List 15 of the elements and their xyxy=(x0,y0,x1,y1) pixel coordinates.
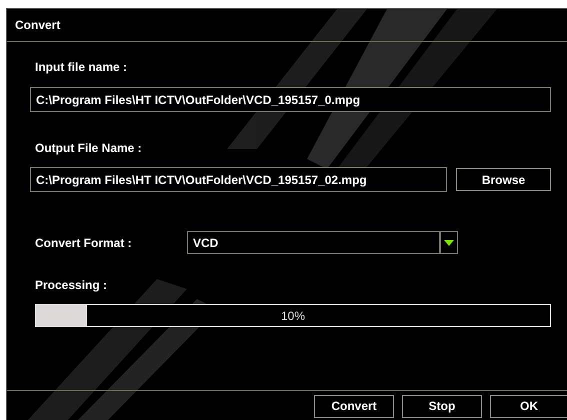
caret-icon xyxy=(444,240,454,246)
dialog-button[interactable]: Convert xyxy=(314,394,394,418)
dialog-button[interactable]: OK xyxy=(490,394,567,418)
format-dropdown[interactable]: VCD xyxy=(187,231,440,254)
field-label: Output File Name : xyxy=(35,141,143,155)
input-field[interactable]: C:\Program Files\HT ICTV\OutFolder\VCD_195157_0.mpg xyxy=(30,87,551,112)
field-label: Processing : xyxy=(35,278,108,292)
input-field[interactable]: C:\Program Files\HT ICTV\OutFolder\VCD_195157_02.mpg xyxy=(30,167,447,192)
field-label: Convert Format : xyxy=(35,236,133,250)
dropdown-button[interactable] xyxy=(440,231,458,254)
dialog-button[interactable]: Stop xyxy=(402,394,482,418)
window-title: Convert xyxy=(7,9,567,42)
progress-reading: 10% xyxy=(280,308,306,322)
field-label: Input file name : xyxy=(35,60,128,74)
browse-button[interactable]: Browse xyxy=(456,168,551,191)
